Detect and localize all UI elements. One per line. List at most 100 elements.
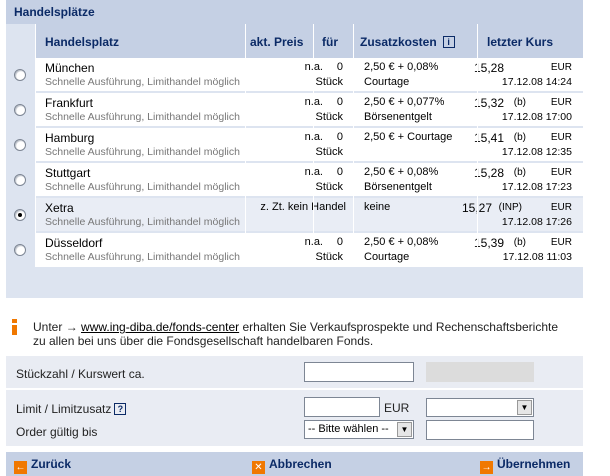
kurs-value: 15,41	[473, 131, 504, 145]
table-footer	[6, 267, 583, 298]
arrow-right-icon: →	[480, 461, 493, 474]
handelsplatz-radio[interactable]	[14, 209, 26, 221]
cancel-label: Abbrechen	[269, 457, 332, 471]
handelsplatz-name: Frankfurt	[45, 96, 94, 110]
divider	[477, 24, 478, 267]
kurs-date: 17.12.08 12:35	[501, 146, 572, 158]
table-row[interactable]: Hamburg Schnelle Ausführung, Limithandel …	[35, 128, 583, 161]
handelsplatz-info: Schnelle Ausführung, Limithandel möglich	[45, 146, 240, 158]
handelsplatz-info: Schnelle Ausführung, Limithandel möglich	[45, 251, 240, 263]
col-kurs: letzter Kurs	[487, 35, 554, 49]
order-gueltig-label: Order gültig bis	[16, 425, 98, 439]
handelsplatz-radio[interactable]	[14, 104, 26, 116]
chevron-down-icon: ▼	[397, 422, 412, 437]
zusatzkosten-type: Courtage	[364, 251, 410, 263]
kurs-value: 15,32	[473, 96, 504, 110]
quantity: 0	[336, 166, 343, 178]
kurs-badge: (b)	[513, 167, 526, 178]
handelsplatz-name: Hamburg	[45, 131, 95, 145]
kurs-date: 17.12.08 17:23	[501, 181, 572, 193]
cancel-button[interactable]: ✕ Abbrechen	[252, 457, 332, 474]
bottom-bar: ← Zurück ✕ Abbrechen → Übernehmen	[6, 452, 583, 476]
divider	[245, 24, 246, 267]
fonds-center-link[interactable]: www.ing-diba.de/fonds-center	[81, 320, 239, 334]
kurs-currency: EUR	[550, 237, 572, 248]
divider	[35, 24, 36, 267]
unit: Stück	[315, 111, 343, 123]
handelsplatz-info: Schnelle Ausführung, Limithandel möglich	[45, 216, 240, 228]
table-row[interactable]: Düsseldorf Schnelle Ausführung, Limithand…	[35, 233, 583, 266]
form-row-limit: Limit / Limitzusatz? EUR ▼ Order gültig …	[6, 390, 583, 446]
kurswert-display	[426, 362, 534, 382]
info-prefix: Unter	[33, 320, 63, 334]
info-line2: zu allen bei uns über die Fondsgesellsch…	[33, 334, 374, 348]
arrow-left-icon: ←	[14, 461, 27, 474]
back-button[interactable]: ← Zurück	[14, 457, 71, 474]
stueckzahl-label: Stückzahl / Kurswert ca.	[16, 367, 145, 381]
unit: Stück	[315, 181, 343, 193]
handelsplatz-info: Schnelle Ausführung, Limithandel möglich	[45, 76, 240, 88]
kurs-currency: EUR	[550, 132, 572, 143]
gueltig-bis-input[interactable]	[426, 420, 534, 440]
info-line1: erhalten Sie Verkaufsprospekte und Reche…	[242, 320, 558, 334]
kurs-currency: EUR	[550, 62, 572, 73]
col-zusatz-label: Zusatzkosten	[360, 35, 437, 49]
form-row-stueckzahl: Stückzahl / Kurswert ca.	[6, 356, 583, 388]
limit-label: Limit / Limitzusatz?	[16, 402, 127, 416]
quantity: 0	[336, 236, 343, 248]
help-icon[interactable]: ?	[114, 403, 127, 415]
kurs-badge: (b)	[513, 237, 526, 248]
handelsplatz-radio[interactable]	[14, 244, 26, 256]
handelsplatz-info: Schnelle Ausführung, Limithandel möglich	[45, 111, 240, 123]
order-select-value: -- Bitte wählen --	[308, 423, 389, 435]
handelsplatz-radio[interactable]	[14, 139, 26, 151]
order-gueltig-select[interactable]: -- Bitte wählen -- ▼	[304, 420, 414, 439]
handelsplatz-info: Schnelle Ausführung, Limithandel möglich	[45, 181, 240, 193]
quantity: 0	[336, 96, 343, 108]
accept-label: Übernehmen	[497, 457, 571, 471]
table-row[interactable]: Xetra Schnelle Ausführung, Limithandel mö…	[35, 198, 583, 231]
quantity: 0	[336, 131, 343, 143]
kurs-currency: EUR	[550, 97, 572, 108]
unit: Stück	[315, 251, 343, 263]
info-text: Unter → www.ing-diba.de/fonds-center erh…	[33, 320, 583, 348]
divider	[313, 24, 314, 267]
section-title: Handelsplätze	[6, 0, 583, 24]
col-preis: akt. Preis	[250, 35, 304, 49]
col-zusatz: Zusatzkosten i	[360, 35, 455, 49]
handelsplatz-radio[interactable]	[14, 69, 26, 81]
akt-preis: z. Zt. kein Handel	[260, 201, 346, 213]
zusatzkosten: 2,50 € + 0,08%	[364, 166, 439, 178]
quantity: 0	[336, 61, 343, 73]
arrow-right-icon: →	[65, 320, 78, 334]
kurs-value: 15,39	[473, 236, 504, 250]
limit-input[interactable]	[304, 397, 380, 417]
col-fuer: für	[322, 35, 338, 49]
table-row[interactable]: München Schnelle Ausführung, Limithandel …	[35, 58, 583, 91]
stueckzahl-input[interactable]	[304, 362, 414, 382]
limitzusatz-select[interactable]: ▼	[426, 398, 534, 417]
kurs-date: 17.12.08 17:00	[501, 111, 572, 123]
handelsplatz-name: Stuttgart	[45, 166, 91, 180]
table-row[interactable]: Frankfurt Schnelle Ausführung, Limithande…	[35, 93, 583, 126]
zusatzkosten-type: Börsenentgelt	[364, 111, 432, 123]
currency-label: EUR	[384, 401, 410, 415]
zusatzkosten: 2,50 € + Courtage	[364, 131, 453, 143]
zusatzkosten: 2,50 € + 0,08%	[364, 61, 439, 73]
kurs-date: 17.12.08 14:24	[501, 76, 572, 88]
kurs-currency: EUR	[550, 167, 572, 178]
handelsplatz-name: Düsseldorf	[45, 236, 103, 250]
kurs-value: 15,28	[473, 166, 504, 180]
info-i-icon	[12, 319, 18, 335]
col-handelsplatz: Handelsplatz	[45, 35, 120, 49]
handelsplatz-name: München	[45, 61, 95, 75]
zusatzkosten: 2,50 € + 0,08%	[364, 236, 439, 248]
close-icon: ✕	[252, 461, 265, 474]
zusatzkosten: keine	[364, 201, 391, 213]
accept-button[interactable]: → Übernehmen	[480, 457, 570, 474]
info-icon[interactable]: i	[442, 36, 455, 48]
handelsplatz-radio[interactable]	[14, 174, 26, 186]
table-row[interactable]: Stuttgart Schnelle Ausführung, Limithande…	[35, 163, 583, 196]
zusatzkosten-type: Courtage	[364, 76, 410, 88]
zusatzkosten: 2,50 € + 0,077%	[364, 96, 445, 108]
